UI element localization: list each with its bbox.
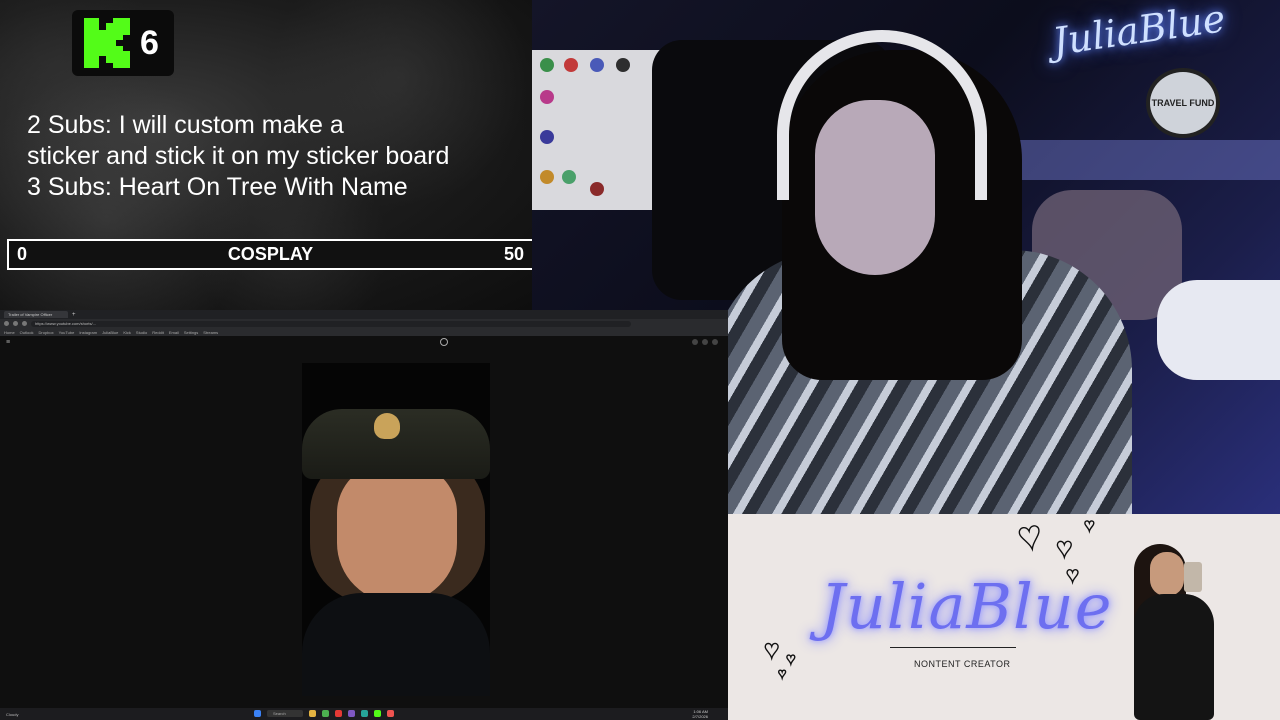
bookmark[interactable]: Studio (136, 330, 147, 335)
start-icon[interactable] (254, 710, 261, 717)
goal-panel: 6 2 Subs: I will custom make a sticker a… (0, 0, 532, 310)
new-tab-icon[interactable]: + (72, 312, 78, 318)
browser-icon[interactable] (335, 710, 342, 717)
video-coat (302, 593, 490, 696)
more-icon[interactable] (692, 339, 698, 345)
bookmark[interactable]: Instagram (79, 330, 97, 335)
browser-capture: Trailer of Vampire Officer + https://www… (0, 310, 728, 720)
app-icon[interactable] (322, 710, 329, 717)
neon-sign: JuliaBlue (1049, 0, 1228, 64)
app-icon[interactable] (348, 710, 355, 717)
reload-icon[interactable] (22, 321, 27, 326)
video-frame[interactable] (302, 363, 490, 696)
taskbar-apps: Search (254, 710, 394, 717)
notifications-icon[interactable] (702, 339, 708, 345)
goal-label: COSPLAY (227, 244, 314, 264)
bookmarks-bar: Home Outlook Dropbox YouTube Instagram J… (0, 328, 728, 336)
bookmark[interactable]: Dropbox (38, 330, 53, 335)
travel-fund-jar: TRAVEL FUND (1146, 68, 1220, 138)
bookmark[interactable]: Outlook (20, 330, 34, 335)
bookmark[interactable]: Reddit (152, 330, 164, 335)
bookmark[interactable]: Home (4, 330, 15, 335)
file-explorer-icon[interactable] (309, 710, 316, 717)
bookmark[interactable]: Email (169, 330, 179, 335)
divider (890, 647, 1016, 648)
search-icon[interactable] (440, 338, 448, 346)
taskbar-search[interactable]: Search (267, 710, 303, 717)
bookmark[interactable]: Streams (203, 330, 218, 335)
heart-icon: ♥ (1014, 514, 1046, 560)
bookmark[interactable]: Kick (123, 330, 131, 335)
goal-line: sticker and stick it on my sticker board (27, 142, 450, 170)
avatar[interactable] (712, 339, 718, 345)
bookmark[interactable]: YouTube (59, 330, 75, 335)
photo-face (1150, 552, 1184, 596)
video-face (337, 463, 457, 603)
goal-line: 3 Subs: Heart On Tree With Name (27, 173, 408, 201)
creator-photo (1120, 544, 1240, 720)
goal-min: 0 (17, 244, 28, 264)
site-header: ≡ (0, 336, 728, 348)
sub-count: 6 (140, 23, 159, 62)
photo-body (1134, 594, 1214, 720)
url-field[interactable]: https://www.youtube.com/shorts/... (31, 320, 631, 327)
clock-date: 2/7/2026 (692, 714, 708, 719)
header-actions (692, 339, 718, 345)
stream-layout: 6 2 Subs: I will custom make a sticker a… (0, 0, 1280, 720)
hamburger-menu-icon[interactable]: ≡ (6, 339, 10, 346)
desk-lamp (1157, 280, 1280, 380)
back-icon[interactable] (4, 321, 9, 326)
app-icon[interactable] (361, 710, 368, 717)
weather-widget[interactable]: Cloudy (0, 712, 60, 717)
bookmark[interactable]: Settings (184, 330, 198, 335)
hat-badge (374, 413, 400, 439)
shelf (1002, 140, 1280, 180)
bookmark[interactable]: JuliaBlue (102, 330, 118, 335)
brand-tagline: NONTENT CREATOR (914, 659, 1011, 669)
browser-tab[interactable]: Trailer of Vampire Officer (4, 311, 68, 318)
goal-progress-bar: 0 COSPLAY 50 (7, 239, 532, 270)
address-bar-row: https://www.youtube.com/shorts/... (0, 319, 728, 328)
kick-sub-badge: 6 (72, 10, 174, 76)
brand-logo: JuliaBlue (820, 570, 1113, 643)
app-icon[interactable] (387, 710, 394, 717)
sticker-board (532, 50, 660, 210)
heart-icon: ♥ (763, 634, 780, 664)
goal-max: 50 (503, 244, 524, 264)
forward-icon[interactable] (13, 321, 18, 326)
goal-line: 2 Subs: I will custom make a (27, 111, 344, 139)
goal-description: 2 Subs: I will custom make a sticker and… (27, 110, 449, 203)
heart-icon: ♥ (1083, 515, 1095, 535)
heart-icon: ♥ (1055, 532, 1073, 563)
brand-panel: ♥ ♥ ♥ ♥ ♥ ♥ ♥ JuliaBlue NONTENT CREATOR (728, 514, 1280, 720)
kick-app-icon[interactable] (374, 710, 381, 717)
system-clock[interactable]: 1:06 AM 2/7/2026 (692, 709, 708, 719)
heart-icon: ♥ (777, 665, 787, 681)
os-taskbar: Cloudy Search 1:06 AM 2/7/2026 (0, 708, 728, 720)
phone-icon (1184, 562, 1202, 592)
tab-strip: Trailer of Vampire Officer + (0, 310, 728, 319)
kick-logo-icon (84, 18, 130, 68)
heart-icon: ♥ (785, 651, 796, 668)
